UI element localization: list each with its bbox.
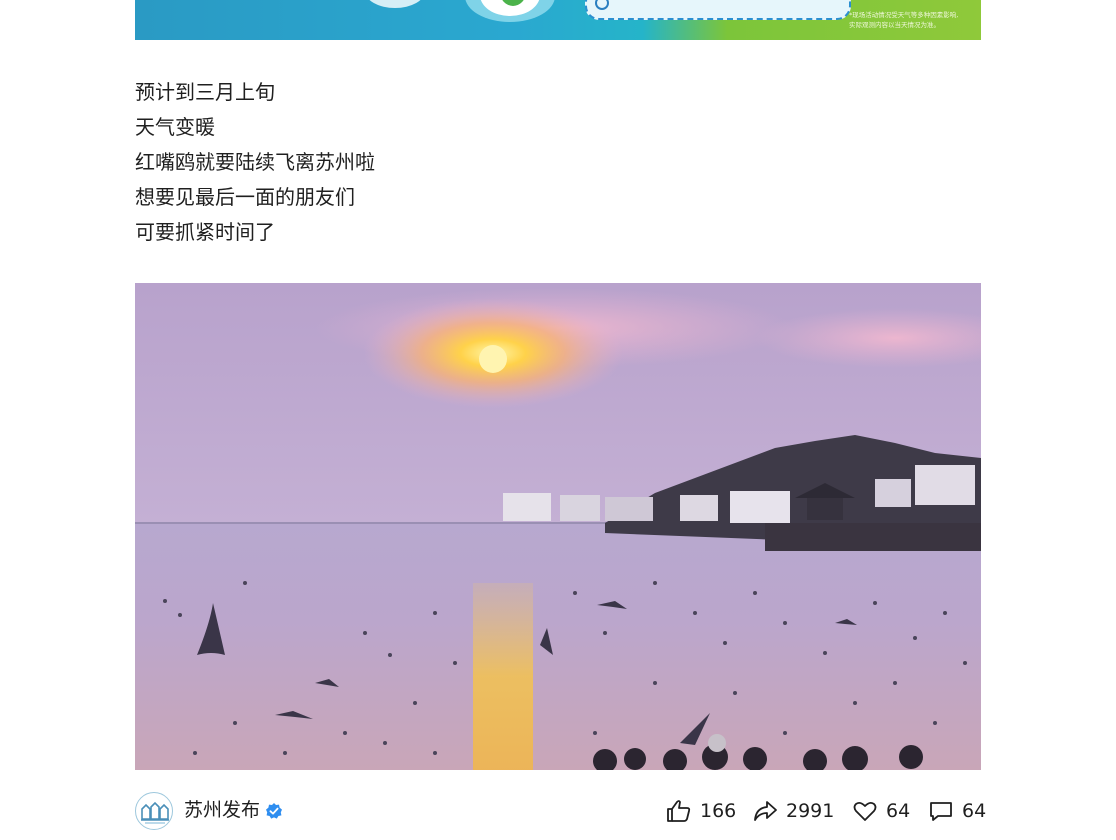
heart-icon (853, 801, 877, 821)
cloud-shape (365, 0, 425, 8)
article-line: 红嘴鸥就要陆续飞离苏州啦 (135, 150, 375, 174)
share-arrow-icon (754, 801, 777, 821)
favorite-count: 64 (886, 800, 911, 822)
thumbs-up-icon (667, 800, 691, 822)
sunset-lake-photo[interactable] (135, 283, 981, 770)
like-button[interactable]: 166 (666, 798, 736, 824)
article-text: 预计到三月上旬 天气变暖 红嘴鸥就要陆续飞离苏州啦 想要见最后一面的朋友们 可要… (135, 75, 735, 250)
article-line: 想要见最后一面的朋友们 (135, 185, 355, 209)
article-line: 可要抓紧时间了 (135, 220, 275, 244)
verified-check-icon (266, 803, 282, 819)
comment-button[interactable]: 64 (928, 798, 986, 824)
share-count: 2991 (786, 800, 835, 822)
article-line: 天气变暖 (135, 115, 215, 139)
favorite-button[interactable]: 64 (852, 798, 910, 824)
share-button[interactable]: 2991 (752, 798, 834, 824)
event-banner: *现场活动情况受天气等多种因素影响, 实际观测内容以当天情况为准。 (135, 0, 981, 40)
suzhou-logo-icon (141, 801, 169, 824)
like-count: 166 (700, 800, 737, 822)
banner-note: *现场活动情况受天气等多种因素影响, 实际观测内容以当天情况为准。 (849, 10, 977, 30)
author-avatar[interactable] (135, 792, 173, 830)
banner-pill (585, 0, 851, 20)
comment-count: 64 (962, 800, 987, 822)
comment-bubble-icon (930, 802, 952, 821)
post-footer: 苏州发布 166 2991 64 64 (135, 790, 986, 832)
author-name[interactable]: 苏州发布 (184, 798, 260, 822)
banner-note-line: *现场活动情况受天气等多种因素影响, (849, 11, 959, 19)
article-line: 预计到三月上旬 (135, 80, 275, 104)
banner-note-line: 实际观测内容以当天情况为准。 (849, 21, 940, 29)
